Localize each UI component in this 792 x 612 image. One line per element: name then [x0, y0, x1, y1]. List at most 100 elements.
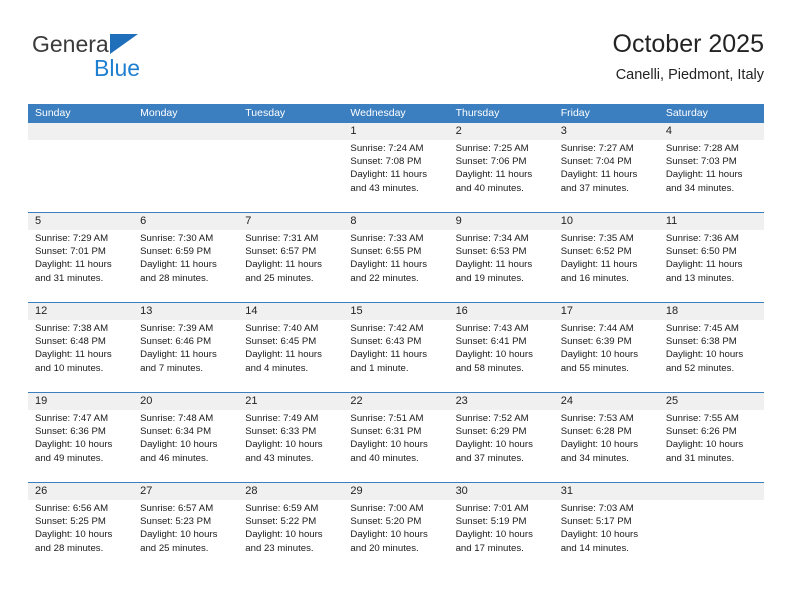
page-header: General Blue October 2025 Canelli, Piedm… [28, 28, 764, 96]
daylight-text: Daylight: 11 hours and 7 minutes. [140, 349, 217, 374]
calendar-day-cell[interactable]: 29 Sunrise: 7:00 AM Sunset: 5:20 PM Dayligh… [343, 483, 449, 572]
brand-logo[interactable]: General Blue [32, 30, 242, 86]
day-number: 18 [658, 303, 764, 320]
day-number [133, 123, 239, 140]
calendar-day-cell[interactable]: 31 Sunrise: 7:03 AM Sunset: 5:17 PM Dayligh… [553, 483, 659, 572]
sunrise-text: Sunrise: 7:27 AM [560, 143, 634, 154]
weekday-header-wednesday: Wednesday [350, 107, 406, 119]
daylight-text: Daylight: 10 hours and 20 minutes. [350, 529, 428, 554]
daylight-text: Daylight: 10 hours and 40 minutes. [350, 439, 428, 464]
sunset-text: Sunset: 6:50 PM [665, 246, 737, 258]
daylight-text: Daylight: 10 hours and 49 minutes. [35, 439, 113, 464]
daylight-text: Daylight: 10 hours and 58 minutes. [455, 349, 533, 374]
sunset-text: Sunset: 6:45 PM [245, 336, 317, 348]
calendar-day-cell[interactable]: 9 Sunrise: 7:34 AM Sunset: 6:53 PM Daylight… [448, 213, 554, 302]
calendar-day-cell[interactable]: 6 Sunrise: 7:30 AM Sunset: 6:59 PM Daylight… [133, 213, 239, 302]
daylight-text: Daylight: 11 hours and 34 minutes. [665, 169, 743, 194]
sunset-text: Sunset: 6:39 PM [560, 336, 632, 348]
sunset-text: Sunset: 5:23 PM [140, 516, 212, 528]
daylight-text: Daylight: 10 hours and 25 minutes. [140, 529, 218, 554]
day-sun-info: Sunrise: 7:44 AM Sunset: 6:39 PM Daylight:… [554, 320, 659, 375]
calendar-day-cell[interactable]: 1 Sunrise: 7:24 AM Sunset: 7:08 PM Daylight… [343, 123, 449, 212]
day-number: 22 [343, 393, 449, 410]
calendar-day-cell[interactable]: 28 Sunrise: 6:59 AM Sunset: 5:22 PM Dayligh… [238, 483, 344, 572]
brand-name-blue: Blue [94, 55, 141, 81]
sunrise-text: Sunrise: 7:25 AM [455, 143, 529, 154]
day-number: 24 [553, 393, 659, 410]
day-sun-info: Sunrise: 7:03 AM Sunset: 5:17 PM Daylight:… [554, 500, 659, 555]
calendar-day-cell[interactable]: 26 Sunrise: 6:56 AM Sunset: 5:25 PM Dayligh… [28, 483, 134, 572]
sunrise-text: Sunrise: 7:35 AM [560, 233, 634, 244]
day-sun-info: Sunrise: 7:39 AM Sunset: 6:46 PM Daylight:… [133, 320, 238, 375]
calendar-day-cell[interactable]: 18 Sunrise: 7:45 AM Sunset: 6:38 PM Dayligh… [658, 303, 764, 392]
daylight-text: Daylight: 11 hours and 4 minutes. [245, 349, 322, 374]
calendar-day-cell[interactable]: 30 Sunrise: 7:01 AM Sunset: 5:19 PM Dayligh… [448, 483, 554, 572]
sunset-text: Sunset: 6:29 PM [455, 426, 527, 438]
calendar-day-cell[interactable]: 17 Sunrise: 7:44 AM Sunset: 6:39 PM Dayligh… [553, 303, 659, 392]
calendar-day-cell[interactable]: 4 Sunrise: 7:28 AM Sunset: 7:03 PM Daylight… [658, 123, 764, 212]
calendar-day-cell[interactable]: 14 Sunrise: 7:40 AM Sunset: 6:45 PM Dayligh… [238, 303, 344, 392]
day-sun-info: Sunrise: 7:53 AM Sunset: 6:28 PM Daylight:… [554, 410, 659, 465]
sunrise-text: Sunrise: 7:28 AM [665, 143, 739, 154]
calendar-day-cell[interactable]: 16 Sunrise: 7:43 AM Sunset: 6:41 PM Dayligh… [448, 303, 554, 392]
daylight-text: Daylight: 10 hours and 34 minutes. [560, 439, 639, 464]
day-sun-info: Sunrise: 7:42 AM Sunset: 6:43 PM Daylight:… [343, 320, 448, 375]
calendar-day-cell[interactable]: 20 Sunrise: 7:48 AM Sunset: 6:34 PM Dayligh… [133, 393, 239, 482]
calendar-day-cell[interactable]: 5 Sunrise: 7:29 AM Sunset: 7:01 PM Daylight… [28, 213, 134, 302]
daylight-text: Daylight: 10 hours and 52 minutes. [665, 349, 744, 374]
day-sun-info: Sunrise: 7:00 AM Sunset: 5:20 PM Daylight:… [343, 500, 448, 555]
calendar-day-cell[interactable]: 12 Sunrise: 7:38 AM Sunset: 6:48 PM Dayligh… [28, 303, 134, 392]
calendar-day-cell[interactable]: 2 Sunrise: 7:25 AM Sunset: 7:06 PM Daylight… [448, 123, 554, 212]
day-sun-info: Sunrise: 7:29 AM Sunset: 7:01 PM Daylight:… [28, 230, 133, 285]
day-number: 30 [448, 483, 554, 500]
daylight-text: Daylight: 10 hours and 37 minutes. [455, 439, 533, 464]
daylight-text: Daylight: 11 hours and 25 minutes. [245, 259, 322, 284]
day-number: 8 [343, 213, 449, 230]
calendar-day-cell[interactable]: 10 Sunrise: 7:35 AM Sunset: 6:52 PM Dayligh… [553, 213, 659, 302]
day-number [28, 123, 134, 140]
calendar-day-cell[interactable]: 7 Sunrise: 7:31 AM Sunset: 6:57 PM Daylight… [238, 213, 344, 302]
daylight-text: Daylight: 11 hours and 1 minute. [350, 349, 428, 374]
calendar-day-cell[interactable]: 8 Sunrise: 7:33 AM Sunset: 6:55 PM Daylight… [343, 213, 449, 302]
sunrise-text: Sunrise: 7:33 AM [350, 233, 424, 244]
sunset-text: Sunset: 6:36 PM [35, 426, 106, 438]
day-sun-info: Sunrise: 7:33 AM Sunset: 6:55 PM Daylight:… [343, 230, 448, 285]
weekday-header-saturday: Saturday [665, 107, 708, 119]
day-sun-info: Sunrise: 6:59 AM Sunset: 5:22 PM Daylight:… [238, 500, 343, 555]
sunset-text: Sunset: 6:55 PM [350, 246, 422, 258]
day-sun-info: Sunrise: 7:40 AM Sunset: 6:45 PM Daylight:… [238, 320, 343, 375]
day-number: 21 [238, 393, 344, 410]
calendar-day-cell[interactable]: 13 Sunrise: 7:39 AM Sunset: 6:46 PM Dayligh… [133, 303, 239, 392]
calendar-day-cell[interactable]: 15 Sunrise: 7:42 AM Sunset: 6:43 PM Dayligh… [343, 303, 449, 392]
calendar-day-cell[interactable]: 22 Sunrise: 7:51 AM Sunset: 6:31 PM Dayligh… [343, 393, 449, 482]
brand-name-general: General [32, 31, 114, 57]
calendar-day-cell[interactable]: 3 Sunrise: 7:27 AM Sunset: 7:04 PM Daylight… [553, 123, 659, 212]
sunset-text: Sunset: 6:59 PM [140, 246, 212, 258]
sunrise-text: Sunrise: 7:31 AM [245, 233, 319, 244]
day-sun-info: Sunrise: 7:43 AM Sunset: 6:41 PM Daylight:… [449, 320, 554, 375]
day-sun-info: Sunrise: 7:47 AM Sunset: 6:36 PM Daylight:… [28, 410, 133, 465]
calendar-day-cell[interactable]: 24 Sunrise: 7:53 AM Sunset: 6:28 PM Dayligh… [553, 393, 659, 482]
calendar-day-cell[interactable]: 21 Sunrise: 7:49 AM Sunset: 6:33 PM Dayligh… [238, 393, 344, 482]
day-number: 28 [238, 483, 344, 500]
daylight-text: Daylight: 10 hours and 43 minutes. [245, 439, 323, 464]
sunrise-text: Sunrise: 7:01 AM [455, 503, 529, 514]
calendar-day-cell[interactable]: 25 Sunrise: 7:55 AM Sunset: 6:26 PM Dayligh… [658, 393, 764, 482]
calendar-week-row: 1 Sunrise: 7:24 AM Sunset: 7:08 PM Daylight… [28, 123, 764, 212]
calendar-day-cell[interactable]: 11 Sunrise: 7:36 AM Sunset: 6:50 PM Dayligh… [658, 213, 764, 302]
sunset-text: Sunset: 6:38 PM [665, 336, 737, 348]
sunrise-text: Sunrise: 7:34 AM [455, 233, 529, 244]
sunset-text: Sunset: 5:22 PM [245, 516, 317, 528]
daylight-text: Daylight: 11 hours and 10 minutes. [35, 349, 112, 374]
day-sun-info: Sunrise: 7:27 AM Sunset: 7:04 PM Daylight:… [554, 140, 659, 195]
sunset-text: Sunset: 6:34 PM [140, 426, 212, 438]
title-block: October 2025 Canelli, Piedmont, Italy [613, 28, 765, 86]
calendar-week-row: 26 Sunrise: 6:56 AM Sunset: 5:25 PM Dayligh… [28, 482, 764, 572]
day-number: 26 [28, 483, 134, 500]
daylight-text: Daylight: 11 hours and 19 minutes. [455, 259, 533, 284]
calendar-day-cell[interactable]: 27 Sunrise: 6:57 AM Sunset: 5:23 PM Dayligh… [133, 483, 239, 572]
calendar-day-cell[interactable]: 19 Sunrise: 7:47 AM Sunset: 6:36 PM Dayligh… [28, 393, 134, 482]
page-subtitle: Canelli, Piedmont, Italy [615, 67, 764, 83]
calendar-day-cell[interactable]: 23 Sunrise: 7:52 AM Sunset: 6:29 PM Dayligh… [448, 393, 554, 482]
sunset-text: Sunset: 6:53 PM [455, 246, 527, 258]
